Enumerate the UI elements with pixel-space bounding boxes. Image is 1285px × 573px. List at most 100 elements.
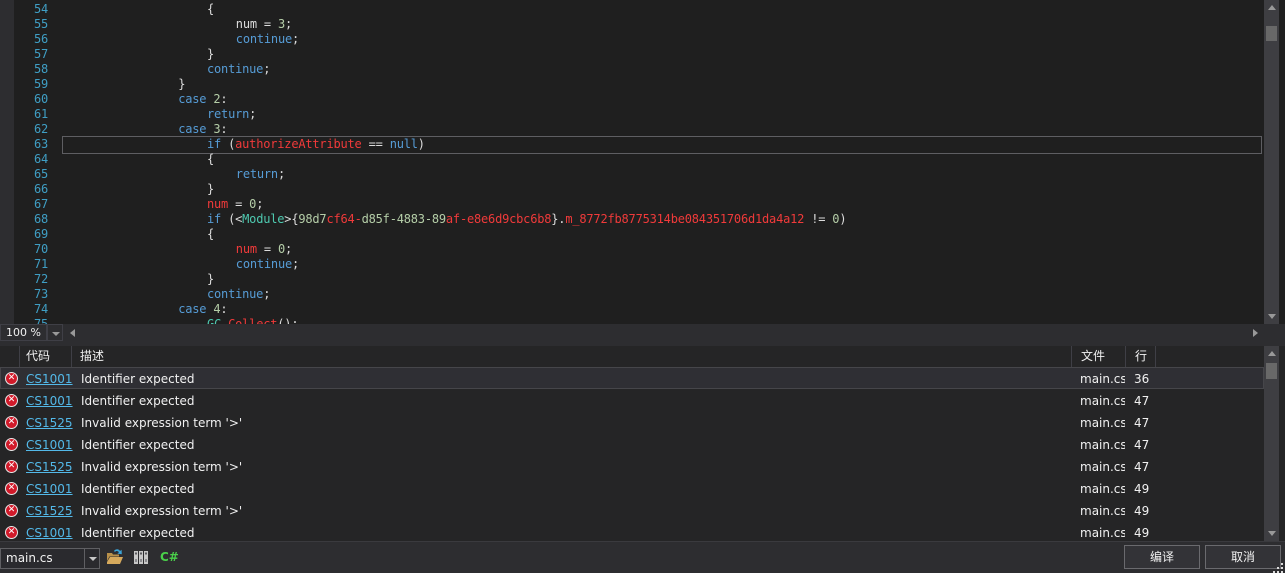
code-line[interactable]: 64{: [0, 152, 1285, 167]
error-row[interactable]: ✕CS1525Invalid expression term '>'main.c…: [0, 455, 1264, 477]
error-line: 47: [1125, 456, 1155, 476]
error-row[interactable]: ✕CS1001Identifier expectedmain.cs47: [0, 389, 1264, 411]
error-code-link[interactable]: CS1001: [26, 438, 73, 452]
error-row[interactable]: ✕CS1001Identifier expectedmain.cs49: [0, 477, 1264, 499]
error-code-link[interactable]: CS1525: [26, 504, 73, 518]
file-selector-combobox[interactable]: main.cs: [0, 548, 100, 569]
error-row-spacer: [1155, 434, 1263, 454]
code-line-selected[interactable]: 63if (authorizeAttribute == null): [0, 137, 1285, 152]
resize-grip[interactable]: [1271, 559, 1284, 572]
error-circle-x-icon: ✕: [5, 526, 18, 539]
scroll-left-icon[interactable]: [65, 325, 80, 340]
csharp-icon[interactable]: C#: [160, 550, 179, 564]
decompiler-edit-window: 54{55num = 3;56continue;57}58continue;59…: [0, 0, 1285, 573]
code-text: {: [63, 227, 214, 242]
code-text: case 2:: [63, 92, 227, 107]
code-line[interactable]: 69{: [0, 227, 1285, 242]
error-line: 47: [1125, 434, 1155, 454]
code-line[interactable]: 54{: [0, 2, 1285, 17]
error-icon-cell: ✕: [1, 390, 21, 410]
code-line[interactable]: 61return;: [0, 107, 1285, 122]
cancel-button[interactable]: 取消: [1205, 545, 1281, 569]
error-code-link[interactable]: CS1001: [26, 526, 73, 540]
code-line[interactable]: 71continue;: [0, 257, 1285, 272]
code-line[interactable]: 73continue;: [0, 287, 1285, 302]
editor-statusbar: 100 %: [0, 324, 1285, 341]
error-line: 49: [1125, 500, 1155, 520]
error-row-spacer: [1155, 500, 1263, 520]
error-row[interactable]: ✕CS1001Identifier expectedmain.cs36: [0, 367, 1264, 389]
error-line: 47: [1125, 412, 1155, 432]
error-line: 47: [1125, 390, 1155, 410]
scroll-up-icon[interactable]: [1264, 0, 1279, 15]
column-severity[interactable]: [0, 346, 20, 367]
file-selector-dropdown-button[interactable]: [84, 549, 99, 568]
error-line: 36: [1125, 368, 1155, 388]
error-file: main.cs: [1071, 368, 1125, 388]
column-code[interactable]: 代码: [20, 346, 72, 367]
zoom-dropdown-button[interactable]: [47, 324, 63, 341]
error-code-link[interactable]: CS1001: [26, 372, 73, 386]
error-circle-x-icon: ✕: [5, 394, 18, 407]
code-line[interactable]: 70num = 0;: [0, 242, 1285, 257]
code-line[interactable]: 75GC.Collect();: [0, 317, 1285, 324]
zoom-level-combobox[interactable]: 100 %: [0, 324, 47, 341]
scroll-down-icon[interactable]: [1264, 309, 1279, 324]
error-circle-x-icon: ✕: [5, 416, 18, 429]
line-number: 68: [0, 212, 48, 227]
error-code-cell: CS1001: [21, 390, 73, 410]
code-line[interactable]: 62case 3:: [0, 122, 1285, 137]
error-line: 49: [1125, 522, 1155, 541]
error-description: Invalid expression term '>': [73, 456, 1071, 476]
code-line[interactable]: 55num = 3;: [0, 17, 1285, 32]
code-line[interactable]: 66}: [0, 182, 1285, 197]
code-horizontal-scrollbar[interactable]: [63, 324, 1262, 341]
errors-vertical-scrollbar[interactable]: [1264, 346, 1279, 541]
scrollbar-thumb[interactable]: [1266, 26, 1277, 41]
code-text: num = 0;: [63, 197, 263, 212]
assembly-references-icon[interactable]: [131, 547, 151, 567]
error-row[interactable]: ✕CS1001Identifier expectedmain.cs47: [0, 433, 1264, 455]
code-line[interactable]: 68if (<Module>{98d7cf64-d85f-4883-89af-e…: [0, 212, 1285, 227]
chevron-down-icon: [89, 557, 97, 561]
error-row-spacer: [1155, 412, 1263, 432]
scroll-right-icon[interactable]: [1247, 325, 1262, 340]
error-description: Identifier expected: [73, 390, 1071, 410]
error-icon-cell: ✕: [1, 522, 21, 541]
error-code-link[interactable]: CS1525: [26, 416, 73, 430]
open-file-icon[interactable]: [105, 547, 125, 567]
code-line[interactable]: 67num = 0;: [0, 197, 1285, 212]
error-code-link[interactable]: CS1525: [26, 460, 73, 474]
error-code-link[interactable]: CS1001: [26, 482, 73, 496]
line-number: 62: [0, 122, 48, 137]
line-number: 73: [0, 287, 48, 302]
column-description[interactable]: 描述: [72, 346, 1072, 367]
column-file[interactable]: 文件: [1072, 346, 1126, 367]
error-file: main.cs: [1071, 478, 1125, 498]
line-number: 55: [0, 17, 48, 32]
code-line[interactable]: 59}: [0, 77, 1285, 92]
code-line[interactable]: 60case 2:: [0, 92, 1285, 107]
code-line[interactable]: 56continue;: [0, 32, 1285, 47]
error-row[interactable]: ✕CS1525Invalid expression term '>'main.c…: [0, 411, 1264, 433]
code-text: if (authorizeAttribute == null): [63, 137, 425, 152]
code-editor[interactable]: 54{55num = 3;56continue;57}58continue;59…: [0, 0, 1285, 324]
column-line[interactable]: 行: [1126, 346, 1156, 367]
error-row-spacer: [1155, 368, 1263, 388]
code-line[interactable]: 74case 4:: [0, 302, 1285, 317]
code-line[interactable]: 58continue;: [0, 62, 1285, 77]
scroll-up-icon[interactable]: [1264, 346, 1279, 361]
code-line[interactable]: 65return;: [0, 167, 1285, 182]
code-vertical-scrollbar[interactable]: [1264, 0, 1279, 324]
error-row[interactable]: ✕CS1525Invalid expression term '>'main.c…: [0, 499, 1264, 521]
compile-button[interactable]: 编译: [1124, 545, 1200, 569]
error-description: Identifier expected: [73, 434, 1071, 454]
code-line[interactable]: 57}: [0, 47, 1285, 62]
code-line[interactable]: 72}: [0, 272, 1285, 287]
line-number: 74: [0, 302, 48, 317]
scrollbar-thumb[interactable]: [1266, 363, 1277, 379]
error-code-link[interactable]: CS1001: [26, 394, 73, 408]
scroll-down-icon[interactable]: [1264, 526, 1279, 541]
error-row[interactable]: ✕CS1001Identifier expectedmain.cs49: [0, 521, 1264, 541]
error-icon-cell: ✕: [1, 434, 21, 454]
